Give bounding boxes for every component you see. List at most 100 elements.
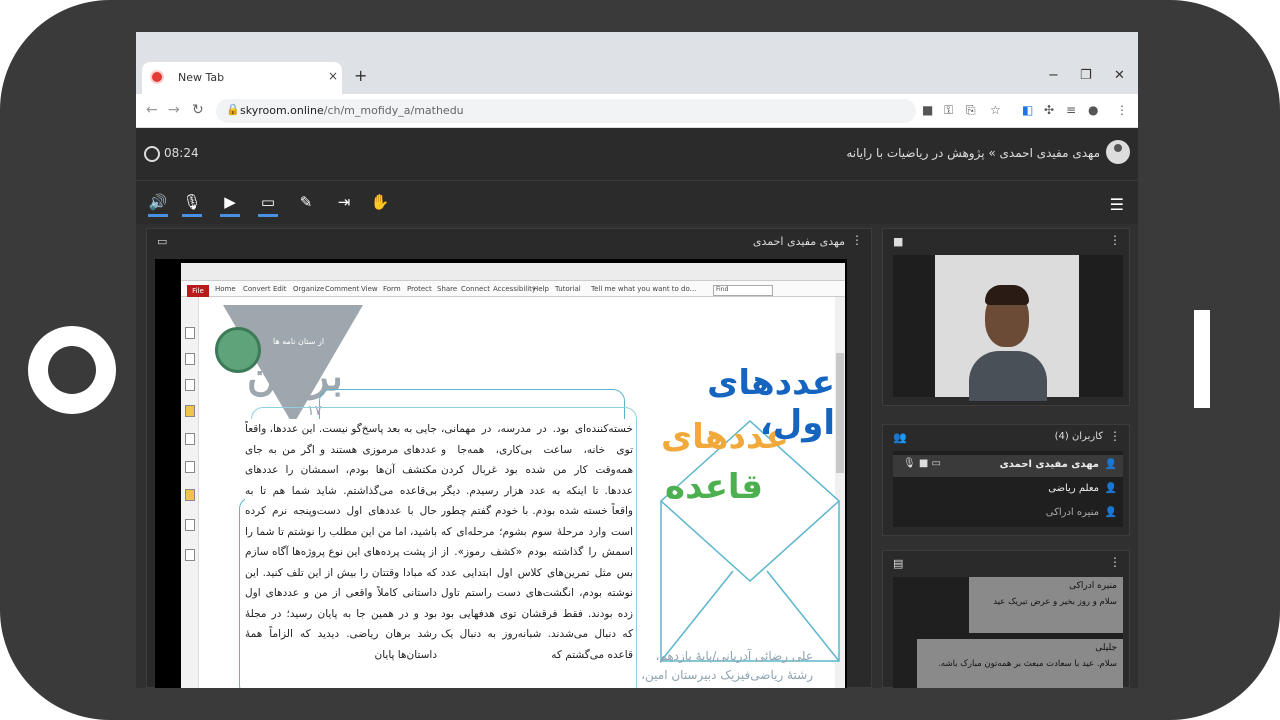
- media-icon[interactable]: ≡: [1066, 103, 1076, 117]
- magazine-subtitle: از ستان نامه ها: [273, 337, 325, 346]
- person-hair: [985, 285, 1029, 305]
- profile-icon[interactable]: ●: [1088, 103, 1098, 117]
- puzzle-icon[interactable]: ✣: [1044, 103, 1054, 117]
- recording-icon: [152, 72, 162, 82]
- video-icon: ■: [893, 235, 904, 248]
- pdf-menu-accessibility[interactable]: Accessibility: [493, 285, 536, 293]
- key-icon[interactable]: ⚿: [944, 103, 953, 118]
- panel-options-icon[interactable]: ⋮: [851, 233, 863, 247]
- screen-icon: ▭: [157, 235, 168, 248]
- chat-panel: ▤ ⋮ منیره ادراکی سلام و روز بخیر و عرض ت…: [882, 550, 1130, 688]
- phone-frame: New Tab × + − ❐ ✕ ← → ↻ 🔒 skyroom.online…: [0, 0, 1280, 720]
- article-author: علی رضائی آدریانی/پایهٔ یازدهم، رشتهٔ ری…: [623, 647, 813, 685]
- pdf-menu-organize[interactable]: Organize: [293, 285, 324, 293]
- chat-text: سلام. عید با سعادت مبعث بر همه‌تون مبارک…: [938, 659, 1117, 669]
- back-icon[interactable]: ←: [146, 102, 158, 118]
- pdf-menu-bar: File Home Convert Edit Organize Comment …: [181, 281, 845, 297]
- user-avatar-icon[interactable]: [1106, 140, 1130, 164]
- presenter-name: مهدی مفیدی احمدی: [752, 235, 845, 248]
- user-name: منیره ادراکی: [1045, 507, 1099, 518]
- chat-options-icon[interactable]: ⋮: [1109, 555, 1121, 569]
- minimize-button[interactable]: −: [1048, 68, 1059, 83]
- browser-menu-icon[interactable]: ⋮: [1116, 103, 1128, 117]
- author-line2: رشتهٔ ریاضی‌فیزیک دبیرستان امین،: [641, 668, 813, 682]
- pdf-menu-comment[interactable]: Comment: [325, 285, 359, 293]
- hamburger-menu-icon[interactable]: ☰: [1110, 195, 1124, 214]
- home-button[interactable]: [28, 326, 116, 414]
- webcam-frame: [935, 255, 1079, 401]
- exit-icon[interactable]: ⇥: [334, 193, 354, 213]
- forward-icon[interactable]: →: [168, 102, 180, 118]
- url-input[interactable]: 🔒 skyroom.online/ch/m_mofidy_a/mathedu: [216, 99, 916, 123]
- reload-icon[interactable]: ↻: [192, 102, 204, 118]
- extension-badge-icon[interactable]: ◧: [1022, 103, 1033, 117]
- tab-title: New Tab: [178, 71, 225, 84]
- webcam-feed: [893, 255, 1123, 401]
- pdf-menu-protect[interactable]: Protect: [407, 285, 432, 293]
- lock-doc-icon[interactable]: [185, 489, 195, 501]
- article-column-right: خسته‌کننده‌ای بود. در مدرسه، در مهمانی، …: [441, 419, 633, 688]
- pdf-menu-tutorial[interactable]: Tutorial: [555, 285, 581, 293]
- pdf-viewer: File Home Convert Edit Organize Comment …: [181, 263, 845, 688]
- author-line1: علی رضائی آدریانی/پایهٔ یازدهم،: [655, 649, 813, 663]
- tab-close-icon[interactable]: ×: [328, 69, 338, 83]
- pdf-menu-form[interactable]: Form: [383, 285, 401, 293]
- chat-sender: منیره ادراکی: [1069, 581, 1117, 591]
- article-title-line3: قاعده: [665, 467, 763, 507]
- page-thumbnail-icon[interactable]: [185, 327, 195, 339]
- signature-icon[interactable]: [185, 461, 195, 473]
- browser-tab[interactable]: New Tab ×: [142, 62, 342, 94]
- tools-icon[interactable]: [185, 549, 195, 561]
- pdf-page: از ستان نامه ها برهان ۱۷ خسته‌کننده‌ای ب…: [199, 297, 840, 688]
- copy-icon[interactable]: [185, 353, 195, 365]
- users-options-icon[interactable]: ⋮: [1109, 429, 1121, 443]
- user-row[interactable]: 🎙 ■ ▭ مهدی مفیدی احمدی 👤: [893, 455, 1123, 477]
- restore-button[interactable]: ❐: [1080, 68, 1092, 83]
- pdf-menu-edit[interactable]: Edit: [273, 285, 287, 293]
- video-options-icon[interactable]: ⋮: [1109, 233, 1121, 247]
- tab-bar: New Tab × + − ❐ ✕: [136, 32, 1138, 94]
- pen-icon[interactable]: ✎: [296, 193, 316, 213]
- url-domain: skyroom.online: [240, 104, 324, 117]
- user-row[interactable]: معلم ریاضی 👤: [893, 479, 1123, 501]
- bookmark-star-icon[interactable]: ☆: [990, 103, 1001, 117]
- chat-message: منیره ادراکی سلام و روز بخیر و عرض تبریک…: [969, 577, 1123, 633]
- pdf-menu-share[interactable]: Share: [437, 285, 457, 293]
- pdf-file-button[interactable]: File: [187, 285, 209, 297]
- form-icon[interactable]: [185, 519, 195, 531]
- camera-icon[interactable]: ▶: [220, 193, 240, 217]
- camera-ext-icon[interactable]: ■: [922, 103, 933, 117]
- raise-hand-icon[interactable]: ✋: [370, 193, 390, 213]
- main-area: ▭ مهدی مفیدی احمدی ⋮ File Home Convert E…: [136, 224, 1138, 688]
- user-name: مهدی مفیدی احمدی: [999, 459, 1099, 470]
- screen-share-icon[interactable]: ▭: [258, 193, 278, 217]
- layers-icon[interactable]: [185, 379, 195, 391]
- person-body: [969, 351, 1047, 401]
- url-path: /ch/m_mofidy_a/mathedu: [323, 104, 464, 117]
- user-row[interactable]: منیره ادراکی 👤: [893, 503, 1123, 525]
- pdf-tell-me[interactable]: Tell me what you want to do...: [591, 285, 696, 293]
- attachment-icon[interactable]: [185, 433, 195, 445]
- room-toolbar: 🔊 🎙 ▶ ▭ ✎ ⇥ ✋ ☰: [136, 180, 1138, 224]
- comment-icon[interactable]: [185, 405, 195, 417]
- lock-icon: 🔒: [226, 103, 240, 116]
- microphone-icon[interactable]: 🎙: [182, 193, 202, 217]
- speaker-icon[interactable]: 🔊: [148, 193, 168, 217]
- session-timer: 08:24: [164, 146, 199, 160]
- pdf-menu-help[interactable]: Help: [533, 285, 549, 293]
- translate-icon[interactable]: ⎘: [966, 103, 976, 118]
- window-close-button[interactable]: ✕: [1114, 68, 1125, 83]
- pdf-find-input[interactable]: Find: [713, 285, 773, 296]
- pdf-menu-view[interactable]: View: [361, 285, 378, 293]
- video-panel: ■ ⋮: [882, 228, 1130, 406]
- pdf-menu-connect[interactable]: Connect: [461, 285, 490, 293]
- pdf-side-toolbar: [181, 297, 199, 688]
- users-panel: 👥 کاربران (4) ⋮ 🎙 ■ ▭ مهدی مفیدی احمدی 👤…: [882, 424, 1130, 536]
- pdf-menu-convert[interactable]: Convert: [243, 285, 271, 293]
- pdf-titlebar: [181, 263, 845, 281]
- side-button[interactable]: [1194, 310, 1210, 408]
- new-tab-button[interactable]: +: [354, 66, 367, 85]
- shared-screen: File Home Convert Edit Organize Comment …: [155, 259, 847, 688]
- pdf-menu-home[interactable]: Home: [215, 285, 236, 293]
- chat-sender: جلیلی: [1095, 643, 1117, 653]
